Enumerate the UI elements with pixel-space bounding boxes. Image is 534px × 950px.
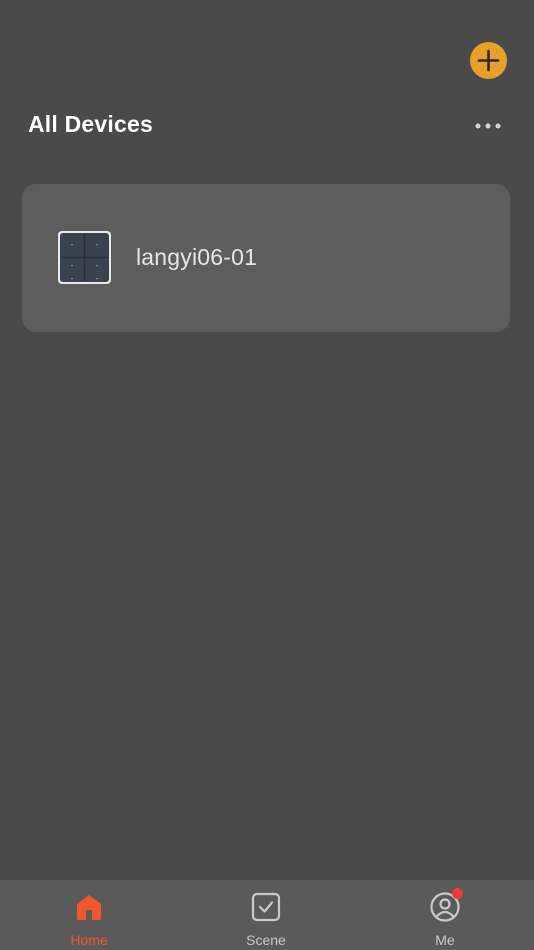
ellipsis-icon — [475, 123, 501, 129]
tab-scene-label: Scene — [246, 932, 286, 948]
tab-me[interactable]: Me — [385, 880, 505, 950]
bottom-tab-bar: Home Scene Me — [0, 880, 534, 950]
plus-icon — [477, 49, 500, 72]
page-title: All Devices — [28, 111, 153, 137]
app-screen: All Devices langyi06-01 Home Scene Me — [0, 0, 534, 950]
tab-home-label: Home — [70, 932, 108, 948]
home-icon — [77, 895, 101, 920]
more-options-button[interactable] — [470, 114, 506, 138]
device-card[interactable]: langyi06-01 — [22, 184, 510, 332]
switch-panel-icon — [57, 230, 112, 285]
tab-home[interactable]: Home — [29, 880, 149, 950]
scene-check-icon — [251, 892, 281, 922]
notification-badge — [452, 888, 463, 899]
tab-scene[interactable]: Scene — [206, 880, 326, 950]
add-device-button[interactable] — [470, 42, 507, 79]
device-name: langyi06-01 — [136, 244, 258, 270]
tab-me-label: Me — [435, 932, 455, 948]
